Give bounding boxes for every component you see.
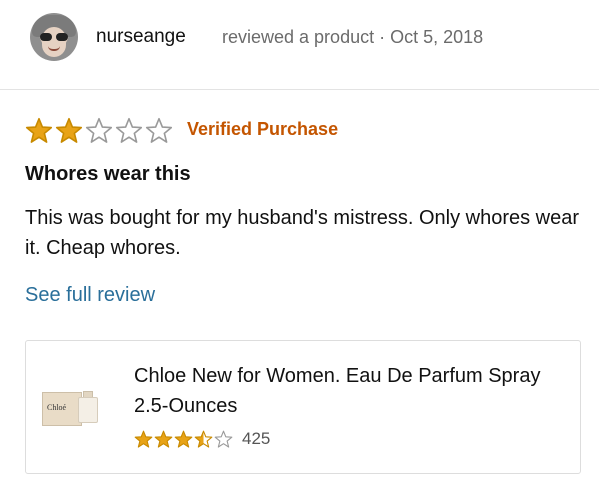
star-filled-icon xyxy=(154,430,173,448)
star-empty-icon xyxy=(145,117,173,143)
avatar-face xyxy=(42,27,66,57)
star-filled-icon xyxy=(25,117,53,143)
verified-purchase-badge: Verified Purchase xyxy=(187,119,339,139)
review-title: Whores wear this xyxy=(25,163,191,185)
product-card[interactable]: Chloé Chloe New for Women. Eau De Parfum… xyxy=(25,340,581,474)
review-action-date: reviewed a product · Oct 5, 2018 xyxy=(222,27,484,47)
star-half-icon xyxy=(194,430,213,448)
review-header: nurseange reviewed a product · Oct 5, 20… xyxy=(0,0,599,90)
review-star-rating xyxy=(25,117,175,145)
star-empty-icon xyxy=(115,117,143,143)
star-filled-icon xyxy=(55,117,83,143)
product-title[interactable]: Chloe New for Women. Eau De Parfum Spray… xyxy=(134,361,574,421)
avatar-glasses xyxy=(40,33,68,41)
star-filled-icon xyxy=(134,430,153,448)
see-full-review-link[interactable]: See full review xyxy=(25,284,155,307)
perfume-box: Chloé xyxy=(42,392,82,426)
product-rating-count: 425 xyxy=(242,429,271,448)
star-filled-icon xyxy=(174,430,193,448)
perfume-box-label: Chloé xyxy=(47,403,67,412)
reviewer-username[interactable]: nurseange xyxy=(96,26,186,48)
product-image[interactable]: Chloé xyxy=(42,389,100,429)
review-body: This was bought for my husband's mistres… xyxy=(25,207,580,259)
star-empty-icon xyxy=(214,430,233,448)
product-star-rating xyxy=(134,430,234,449)
star-empty-icon xyxy=(85,117,113,143)
perfume-bottle xyxy=(78,397,98,423)
user-avatar[interactable] xyxy=(30,13,78,61)
